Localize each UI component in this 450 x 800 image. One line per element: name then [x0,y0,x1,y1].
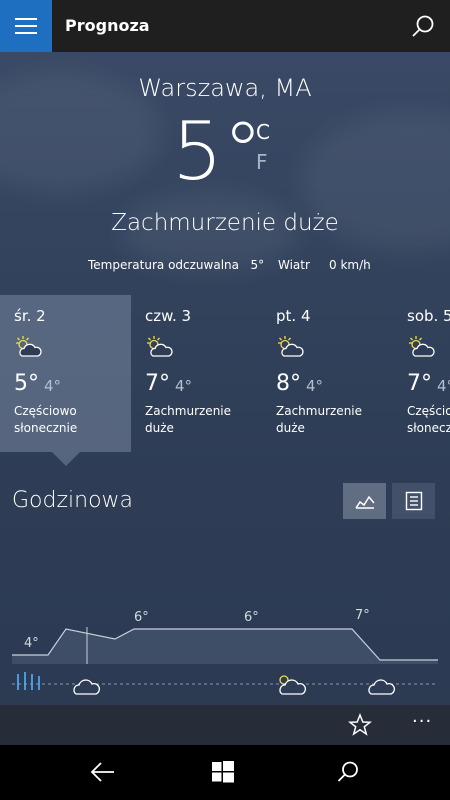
day-description: Zachmurzenie duże [276,404,363,435]
wind-value: 0 km/h [329,258,371,272]
day-card-2[interactable]: pt. 4 8° 4° Zachmurzenie duże [262,295,393,452]
partly-sunny-icon [278,336,304,357]
forecast-main[interactable]: Warszawa, MA 5° C F Zachmurzenie duże Te… [0,52,450,745]
system-nav-bar [0,745,450,800]
day-name: sob. 5 [407,307,450,325]
day-low: 4° [175,377,193,395]
windows-icon[interactable] [212,761,234,783]
day-card-0[interactable]: śr. 2 5° 4° Częściowo słonecznie [0,295,131,466]
rain-icon [17,672,40,690]
unit-fahrenheit-toggle[interactable]: F [256,150,268,174]
day-high: 5° [14,371,39,396]
day-name: śr. 2 [14,307,46,325]
wind: Wiatr 0 km/h [278,258,371,272]
app-bar: ··· [0,705,450,745]
hourly-temp-label: 6° [134,610,149,625]
wind-label: Wiatr [278,258,310,272]
hourly-temp-label: 7° [355,608,370,623]
day-card-1[interactable]: czw. 3 7° 4° Zachmurzenie duże [131,295,262,452]
app-title: Prognoza [65,16,150,35]
list-icon [405,491,422,511]
day-description: Częściowo słonecznie [407,404,450,435]
hourly-title: Godzinowa [12,488,134,513]
hourly-temp-label: 6° [244,610,259,625]
feels-like: Temperatura odczuwalna 5° [88,258,264,272]
chart-icon [354,495,375,509]
star-icon[interactable] [348,713,372,737]
partly-sunny-icon [279,675,306,695]
day-low: 4° [306,377,324,395]
top-bar: Prognoza [0,0,450,52]
day-description: Częściowo słonecznie [14,404,78,435]
back-arrow-icon[interactable] [90,761,116,783]
day-low: 4° [437,377,450,395]
temperature-area [12,629,438,664]
day-card-3[interactable]: sob. 5 7° 4° Częściowo słonecznie [393,295,450,452]
feels-like-value: 5° [250,258,265,272]
hamburger-menu-icon[interactable] [0,0,52,52]
cloud-icon [368,679,395,695]
list-view-button[interactable] [392,483,435,519]
partly-sunny-icon [147,336,173,357]
chart-view-button[interactable] [343,483,386,519]
day-high: 8° [276,371,301,396]
day-name: pt. 4 [276,307,311,325]
unit-celsius-toggle[interactable]: C [256,120,270,144]
more-icon[interactable]: ··· [412,711,432,732]
day-high: 7° [407,371,432,396]
search-icon[interactable] [410,14,436,40]
current-temperature: 5° [172,105,263,198]
hourly-temp-label: 4° [24,636,39,651]
city-name: Warszawa, MA [138,74,312,102]
partly-sunny-icon [409,336,435,357]
search-icon[interactable] [336,760,360,784]
current-condition: Zachmurzenie duże [111,210,339,236]
day-name: czw. 3 [145,307,192,325]
partly-sunny-icon [16,336,42,357]
day-description: Zachmurzenie duże [145,404,232,435]
day-low: 4° [44,377,62,395]
feels-like-label: Temperatura odczuwalna [88,258,239,272]
day-high: 7° [145,371,170,396]
hourly-temperature-chart[interactable]: 4° 6° 6° 7° [0,542,450,702]
cloud-icon [73,679,100,695]
